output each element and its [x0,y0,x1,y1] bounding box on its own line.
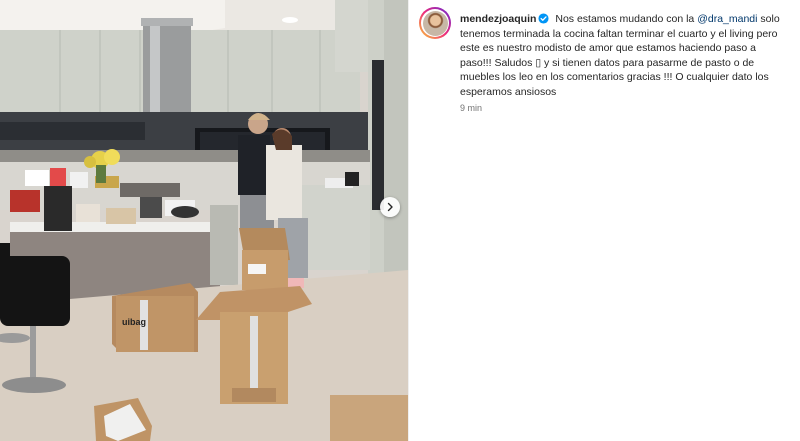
user-avatar[interactable] [419,7,451,39]
mention-link[interactable]: @dra_mandi [697,13,757,25]
kitchen-photo-illustration [0,0,408,441]
box-brand-text: uibag [122,317,146,327]
verified-badge-icon [538,13,549,24]
post-photo[interactable]: uibag [0,0,408,441]
missing-emoji-glyph: ▯ [535,56,542,69]
panel-divider [408,0,409,441]
instagram-post-view: uibag mendezjoaquin Nos estamos mudando … [0,0,800,441]
avatar-photo [422,10,448,36]
caption-text-start: Nos estamos mudando con la [555,13,695,25]
carousel-next-button[interactable] [380,197,400,217]
avatar-ring [421,9,449,37]
post-timestamp[interactable]: 9 min [460,103,482,113]
chevron-right-icon [387,202,393,212]
username-link[interactable]: mendezjoaquin [460,13,536,25]
post-caption: mendezjoaquin Nos estamos mudando con la… [460,12,790,100]
